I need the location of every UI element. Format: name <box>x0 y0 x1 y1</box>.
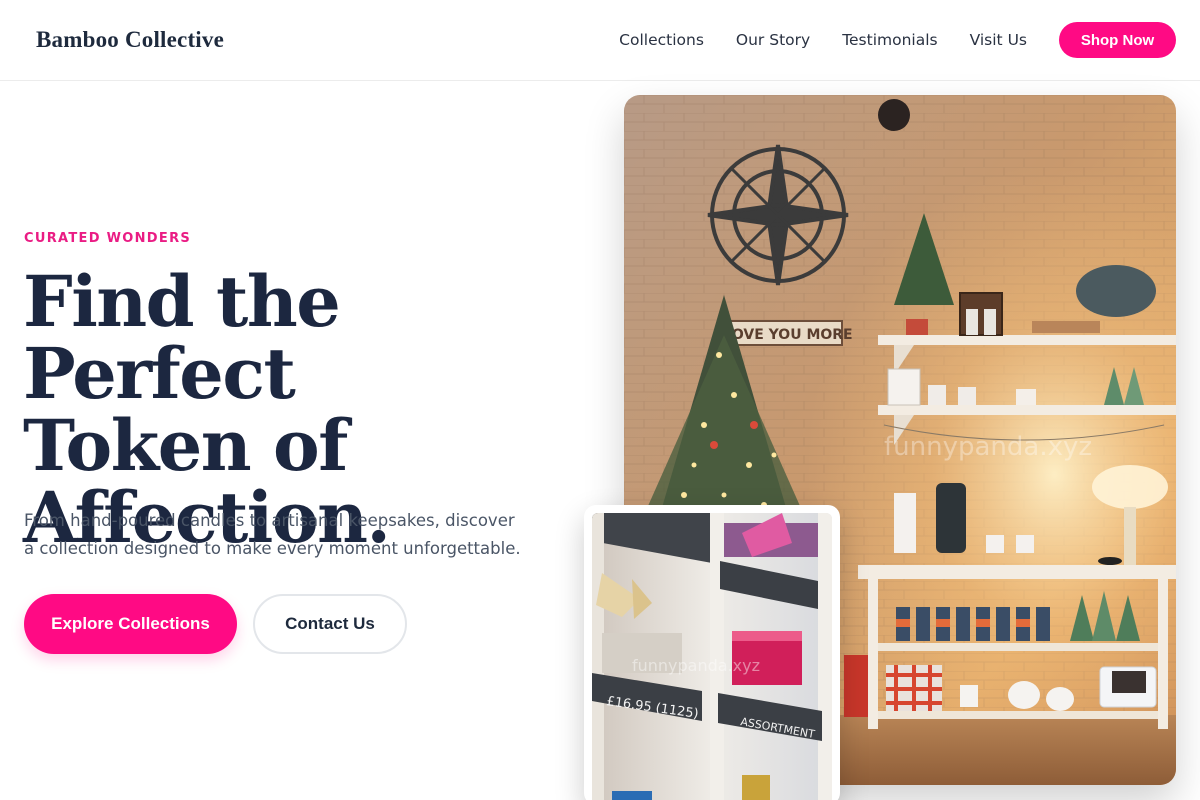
main-watermark: funnypanda.xyz <box>884 432 1092 462</box>
site-header: Bamboo Collective Collections Our Story … <box>0 0 1200 81</box>
explore-collections-button[interactable]: Explore Collections <box>24 594 237 654</box>
nav-link-visit-us[interactable]: Visit Us <box>970 31 1027 49</box>
headline-line-1: Find the Perfect <box>23 260 341 415</box>
gift-shelf-illustration: £16.95 (1125) ASSORTMENT funnypanda.xyz <box>592 513 832 800</box>
hero-eyebrow: CURATED WONDERS <box>24 231 192 246</box>
subtext-line-1: From hand-poured candles to artisanal ke… <box>24 511 515 530</box>
nav-link-our-story[interactable]: Our Story <box>736 31 810 49</box>
headline-line-2: Token of <box>23 404 348 487</box>
shop-now-button[interactable]: Shop Now <box>1059 22 1176 58</box>
secondary-watermark: funnypanda.xyz <box>632 656 760 675</box>
brand-logo[interactable]: Bamboo Collective <box>36 27 224 53</box>
gift-shelf-photo-frame: £16.95 (1125) ASSORTMENT funnypanda.xyz <box>584 505 840 800</box>
subtext-line-2: a collection designed to make every mome… <box>24 539 521 558</box>
nav-link-testimonials[interactable]: Testimonials <box>842 31 937 49</box>
main-nav: Collections Our Story Testimonials Visit… <box>619 22 1176 58</box>
contact-us-button[interactable]: Contact Us <box>253 594 407 654</box>
hero-subtext: From hand-poured candles to artisanal ke… <box>24 507 554 563</box>
gift-shelf-photo: £16.95 (1125) ASSORTMENT funnypanda.xyz <box>592 513 832 800</box>
nav-link-collections[interactable]: Collections <box>619 31 704 49</box>
